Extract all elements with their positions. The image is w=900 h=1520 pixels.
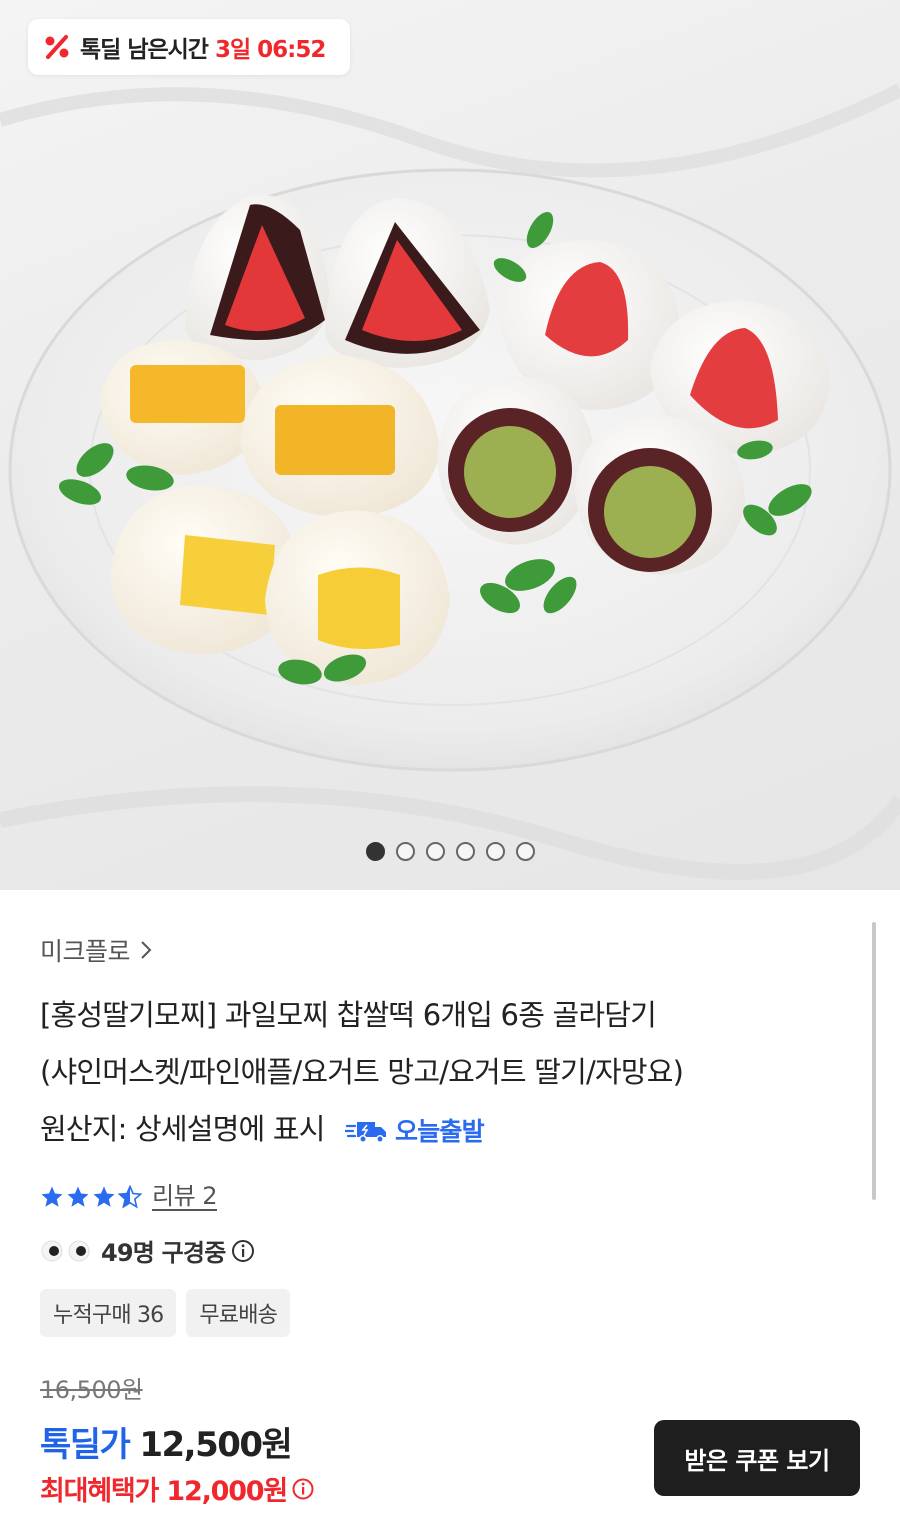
star-full-icon (93, 1186, 115, 1207)
product-title: [홍성딸기모찌] 과일모찌 찹쌀떡 6개입 6종 골라담기 (샤인머스켓/파인애… (40, 987, 860, 1160)
eyes-icon (40, 1239, 91, 1263)
chip-cumulative-purchases: 누적구매 36 (40, 1288, 177, 1337)
info-icon[interactable] (291, 1477, 315, 1501)
gallery-dot-5[interactable] (486, 842, 505, 861)
gallery-pagination (366, 842, 535, 861)
chevron-right-icon (141, 941, 152, 959)
gallery-dot-1[interactable] (366, 842, 385, 861)
chip-free-shipping: 무료배송 (186, 1288, 291, 1337)
gallery-dot-6[interactable] (516, 842, 535, 861)
product-title-line3: 원산지: 상세설명에 표시 (40, 1112, 325, 1146)
product-image-gallery[interactable]: 톡딜 남은시간 3일 06:52 (0, 0, 900, 890)
product-chips: 누적구매 36 무료배송 (40, 1288, 860, 1337)
star-full-icon (41, 1186, 63, 1207)
brand-link[interactable]: 미크플로 (40, 925, 860, 975)
gallery-dot-2[interactable] (396, 842, 415, 861)
brand-name: 미크플로 (40, 937, 131, 966)
star-rating (40, 1184, 142, 1209)
max-benefit-price: 최대혜택가 12,000원 (40, 1476, 288, 1507)
deal-timer-remaining: 3일 06:52 (214, 37, 326, 63)
deal-timer-label: 톡딜 남은시간 (80, 37, 209, 63)
today-shipping-badge: 오늘출발 (345, 1103, 485, 1160)
review-count-link[interactable]: 리뷰 2 (152, 1183, 218, 1211)
delivery-truck-icon (345, 1122, 387, 1143)
gallery-dot-4[interactable] (456, 842, 475, 861)
scrollbar[interactable] (872, 922, 876, 1200)
viewers-count: 49명 구경중 (101, 1239, 226, 1267)
product-title-line1: [홍성딸기모찌] 과일모찌 찹쌀떡 6개입 6종 골라담기 (40, 998, 657, 1032)
star-full-icon (67, 1186, 89, 1207)
percent-icon (45, 35, 69, 59)
view-coupons-button[interactable]: 받은 쿠폰 보기 (654, 1420, 860, 1496)
deal-price-value: 12,500원 (139, 1424, 292, 1465)
gallery-dot-3[interactable] (426, 842, 445, 861)
star-half-icon (118, 1184, 142, 1208)
original-price: 16,500원 (40, 1375, 143, 1404)
product-title-line2: (샤인머스켓/파인애플/요거트 망고/요거트 딸기/자망요) (40, 1055, 684, 1089)
viewers-row: 49명 구경중 (40, 1231, 860, 1271)
deal-timer-badge: 톡딜 남은시간 3일 06:52 (28, 19, 350, 75)
rating-row[interactable]: 리뷰 2 (40, 1177, 860, 1217)
deal-price-label: 톡딜가 (40, 1424, 131, 1465)
product-photo (0, 83, 900, 880)
info-icon[interactable] (231, 1239, 255, 1263)
shipping-label: 오늘출발 (395, 1116, 485, 1146)
